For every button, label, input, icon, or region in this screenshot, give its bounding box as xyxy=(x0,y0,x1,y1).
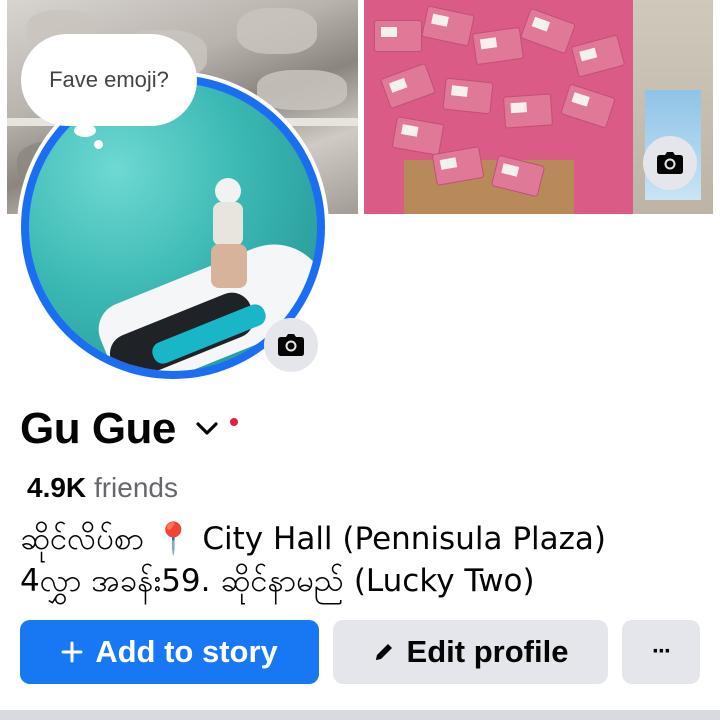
profile-switcher-button[interactable] xyxy=(192,414,222,444)
note-bubble[interactable]: Fave emoji? xyxy=(21,34,197,126)
profile-name-row: Gu Gue xyxy=(20,404,238,454)
camera-icon xyxy=(657,152,683,174)
profile-bio: ဆိုင်လိပ်စာ 📍 City Hall (Pennisula Plaza… xyxy=(20,518,710,602)
pencil-icon xyxy=(373,641,395,663)
friends-label: friends xyxy=(93,472,178,503)
friends-count-link[interactable]: 4.9K friends xyxy=(27,472,178,504)
section-divider xyxy=(0,710,720,720)
add-to-story-label: Add to story xyxy=(95,634,278,669)
add-to-story-button[interactable]: Add to story xyxy=(20,620,319,684)
profile-name: Gu Gue xyxy=(20,404,176,453)
friends-count: 4.9K xyxy=(27,472,87,503)
note-bubble-tail xyxy=(74,124,96,137)
more-options-button[interactable]: ··· xyxy=(622,620,700,684)
chevron-down-icon xyxy=(196,422,218,435)
cover-camera-button[interactable] xyxy=(643,136,697,190)
more-options-icon: ··· xyxy=(652,638,672,665)
camera-icon xyxy=(278,334,304,356)
bio-line-2: 4လွှာ အခန်း59. ဆိုင်နာမည် (Lucky Two) xyxy=(20,563,535,599)
plus-icon xyxy=(61,641,83,663)
note-bubble-text: Fave emoji? xyxy=(49,67,169,92)
avatar-camera-button[interactable] xyxy=(264,318,318,372)
edit-profile-button[interactable]: Edit profile xyxy=(333,620,608,684)
edit-profile-label: Edit profile xyxy=(406,634,569,669)
notification-dot xyxy=(229,418,238,426)
note-bubble-tail-small xyxy=(94,140,103,149)
bio-line-1: ဆိုင်လိပ်စာ 📍 City Hall (Pennisula Plaza… xyxy=(20,521,606,557)
